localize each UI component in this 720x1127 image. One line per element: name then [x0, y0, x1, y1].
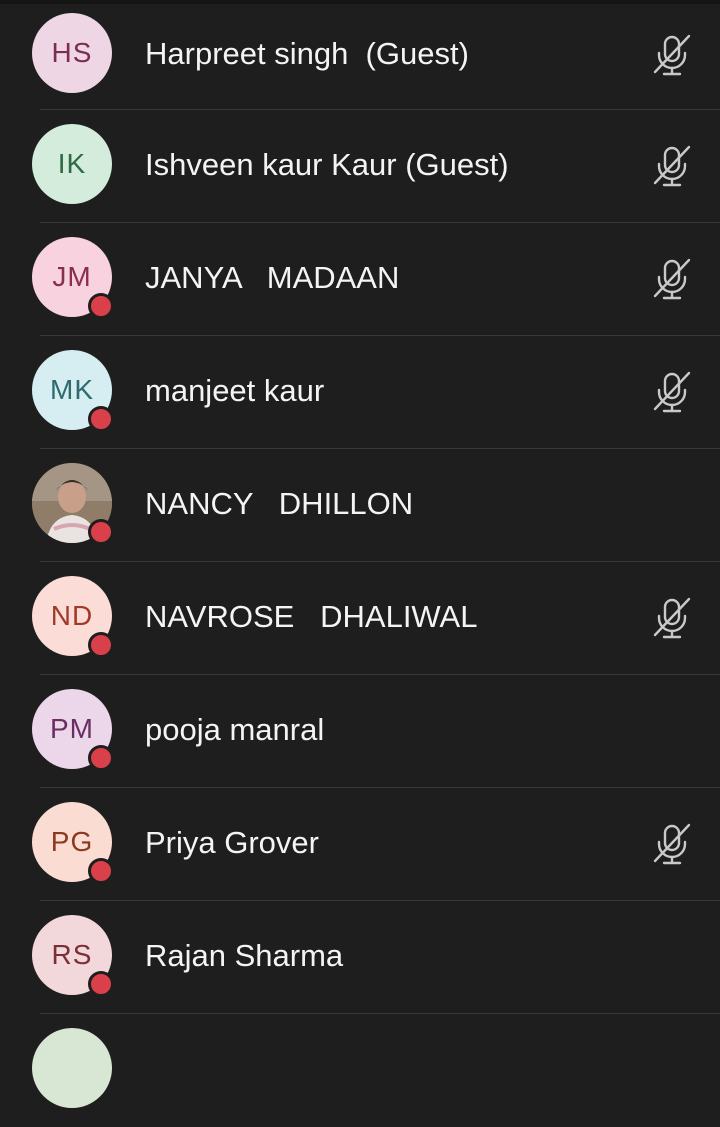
avatar: ND	[32, 576, 114, 658]
participant-row[interactable]: NANCY DHILLON	[0, 449, 720, 562]
status-dot	[88, 971, 114, 997]
participant-name: manjeet kaur	[145, 373, 325, 408]
avatar-initials: HS	[51, 37, 93, 68]
microphone-off-icon	[648, 142, 696, 190]
avatar	[32, 1028, 112, 1108]
participant-name: Priya Grover	[145, 825, 319, 860]
participant-name: JANYA MADAAN	[145, 260, 400, 295]
avatar: HS	[32, 13, 112, 93]
status-dot	[88, 406, 114, 432]
microphone-off-icon	[648, 31, 696, 79]
participant-row[interactable]: HS Harpreet singh (Guest)	[0, 0, 720, 110]
avatar-initials: JM	[52, 261, 92, 292]
participant-row[interactable]: MK manjeet kaur	[0, 336, 720, 449]
microphone-off-icon	[648, 368, 696, 416]
participant-row[interactable]: IK Ishveen kaur Kaur (Guest)	[0, 110, 720, 223]
avatar: RS	[32, 915, 114, 997]
status-dot	[88, 745, 114, 771]
avatar: JM	[32, 237, 114, 319]
avatar-initials: PG	[50, 826, 94, 857]
avatar	[32, 463, 114, 545]
avatar: PG	[32, 802, 114, 884]
avatar-initials: IK	[57, 148, 87, 179]
avatar: PM	[32, 689, 114, 771]
participant-row[interactable]: PG Priya Grover	[0, 788, 720, 901]
participant-row[interactable]	[0, 1014, 720, 1127]
participant-name: Rajan Sharma	[145, 938, 344, 973]
participant-row[interactable]: JM JANYA MADAAN	[0, 223, 720, 336]
avatar: IK	[32, 124, 112, 204]
participant-row[interactable]: RS Rajan Sharma	[0, 901, 720, 1014]
avatar: MK	[32, 350, 114, 432]
avatar-initials: PM	[50, 713, 94, 744]
status-dot	[88, 293, 114, 319]
status-dot	[88, 519, 114, 545]
participant-row[interactable]: PM pooja manral	[0, 675, 720, 788]
participant-name: Ishveen kaur Kaur (Guest)	[145, 147, 509, 182]
avatar-initials: RS	[51, 939, 93, 970]
microphone-off-icon	[648, 255, 696, 303]
status-dot	[88, 858, 114, 884]
microphone-off-icon	[648, 594, 696, 642]
participant-name: Harpreet singh (Guest)	[145, 36, 469, 71]
participant-list: HS Harpreet singh (Guest) IK Ishveen kaur …	[0, 0, 720, 1127]
participant-name: NAVROSE DHALIWAL	[145, 599, 478, 634]
status-dot	[88, 632, 114, 658]
avatar-initials: MK	[50, 374, 94, 405]
microphone-off-icon	[648, 820, 696, 868]
avatar-initials: ND	[50, 600, 94, 631]
participant-name: pooja manral	[145, 712, 325, 747]
participant-name: NANCY DHILLON	[145, 486, 414, 521]
participant-row[interactable]: ND NAVROSE DHALIWAL	[0, 562, 720, 675]
